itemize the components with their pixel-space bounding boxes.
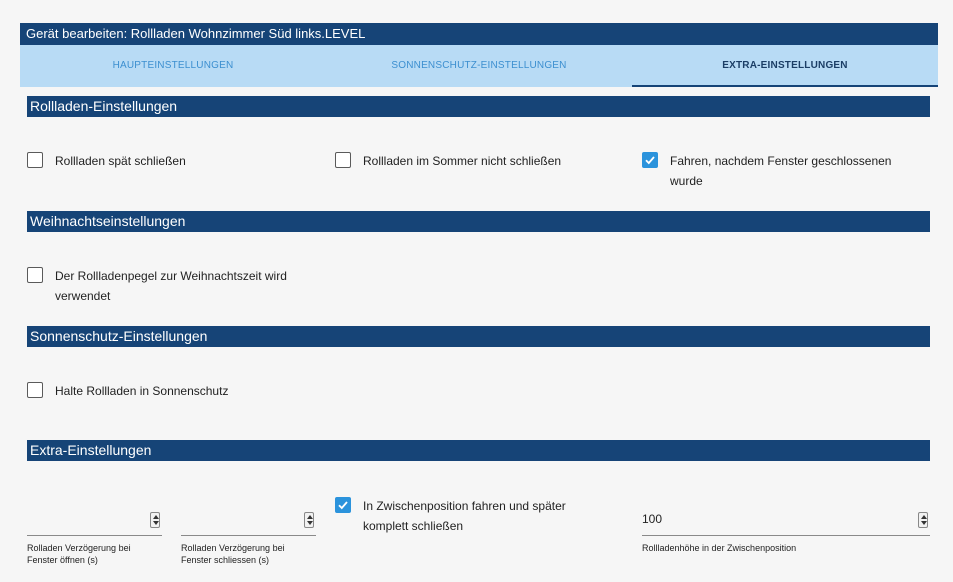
tab-bar: HAUPTEINSTELLUNGEN SONNENSCHUTZ-EINSTELL… xyxy=(20,45,938,87)
tab-haupteinstellungen[interactable]: HAUPTEINSTELLUNGEN xyxy=(20,45,326,87)
section-header-extra: Extra-Einstellungen xyxy=(27,440,930,461)
checkbox-label: In Zwischenposition fahren und später ko… xyxy=(363,496,566,536)
checkbox-weihnachtspegel[interactable]: Der Rollladenpegel zur Weihnachtszeit wi… xyxy=(27,266,287,306)
section-header-sonnenschutz: Sonnenschutz-Einstellungen xyxy=(27,326,930,347)
checkbox-label-line2: komplett schließen xyxy=(363,519,464,533)
checkbox-sommer-nicht-schliessen[interactable]: Rollladen im Sommer nicht schließen xyxy=(335,151,561,171)
checkbox-label-line1: Fahren, nachdem Fenster geschlossenen xyxy=(670,154,892,168)
field-label-line2: Fenster schliessen (s) xyxy=(181,555,270,565)
checkbox-box[interactable] xyxy=(27,152,43,168)
checkbox-label-line2: verwendet xyxy=(55,289,111,303)
field-label-line1: Rolladen Verzögerung bei xyxy=(27,543,131,553)
checkbox-label: Halte Rollladen in Sonnenschutz xyxy=(55,384,229,398)
delay-close-label: Rolladen Verzögerung bei Fenster schlies… xyxy=(181,542,321,566)
delay-close-input[interactable] xyxy=(181,500,316,536)
checkbox-box[interactable] xyxy=(27,382,43,398)
checkbox-label: Fahren, nachdem Fenster geschlossenen wu… xyxy=(670,151,891,191)
checkmark-icon xyxy=(645,156,655,165)
checkbox-zwischenposition[interactable]: In Zwischenposition fahren und später ko… xyxy=(335,496,566,536)
field-label-line2: Fenster öffnen (s) xyxy=(27,555,98,565)
tab-extra-einstellungen[interactable]: EXTRA-EINSTELLUNGEN xyxy=(632,45,938,87)
checkbox-halte-in-sonnenschutz[interactable]: Halte Rollladen in Sonnenschutz xyxy=(27,381,228,401)
checkbox-box[interactable] xyxy=(27,267,43,283)
checkbox-label: Rollladen spät schließen xyxy=(55,154,186,168)
intermediate-height-value[interactable]: 100 xyxy=(642,512,662,526)
checkbox-rollladen-spaet-schliessen[interactable]: Rollladen spät schließen xyxy=(27,151,186,171)
checkbox-label: Rollladen im Sommer nicht schließen xyxy=(363,154,562,168)
intermediate-height-input[interactable]: 100 xyxy=(642,500,930,536)
checkbox-label-line1: Der Rollladenpegel zur Weihnachtszeit wi… xyxy=(55,269,287,283)
section-header-rollladen: Rollladen-Einstellungen xyxy=(27,96,930,117)
checkbox-box[interactable] xyxy=(335,152,351,168)
checkbox-label-line1: In Zwischenposition fahren und später xyxy=(363,499,566,513)
checkbox-label-line2: wurde xyxy=(670,174,703,188)
delay-open-label: Rolladen Verzögerung bei Fenster öffnen … xyxy=(27,542,167,566)
tab-sonnenschutz-einstellungen[interactable]: SONNENSCHUTZ-EINSTELLUNGEN xyxy=(326,45,632,87)
checkbox-fahren-nach-fenster-geschlossen[interactable]: Fahren, nachdem Fenster geschlossenen wu… xyxy=(642,151,891,191)
checkbox-box[interactable] xyxy=(335,497,351,513)
spinner-icon[interactable] xyxy=(918,512,928,528)
spinner-icon[interactable] xyxy=(150,512,160,528)
field-label-line1: Rolladen Verzögerung bei xyxy=(181,543,285,553)
intermediate-height-label: Rollladenhöhe in der Zwischenposition xyxy=(642,543,797,553)
checkbox-box[interactable] xyxy=(642,152,658,168)
checkbox-label: Der Rollladenpegel zur Weihnachtszeit wi… xyxy=(55,266,287,306)
checkmark-icon xyxy=(338,501,348,510)
spinner-icon[interactable] xyxy=(304,512,314,528)
delay-open-input[interactable] xyxy=(27,500,162,536)
section-header-weihnachten: Weihnachtseinstellungen xyxy=(27,211,930,232)
dialog-title: Gerät bearbeiten: Rollladen Wohnzimmer S… xyxy=(20,23,938,45)
